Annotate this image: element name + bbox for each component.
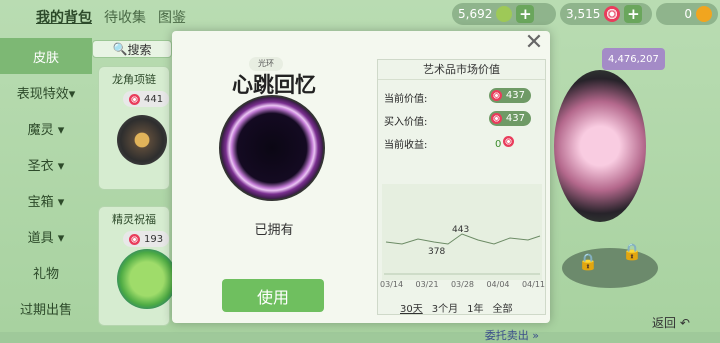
x-tick: 04/11 xyxy=(521,280,545,289)
card-title: 龙角项链 xyxy=(112,73,156,86)
sidebar-item-effects[interactable]: 表现特效▾ xyxy=(0,74,92,110)
x-tick: 03/28 xyxy=(450,280,475,289)
card-price: 441 xyxy=(123,91,170,107)
sidebar-item-chests[interactable]: 宝箱 ▾ xyxy=(0,182,92,218)
preview-art: 4,476,207 🔒 🔒 xyxy=(548,34,720,332)
profit-label: 当前收益: xyxy=(384,140,428,151)
x-tick: 04/04 xyxy=(486,280,510,289)
card-title: 精灵祝福 xyxy=(112,213,156,226)
range-selector: 30天 3个月 1年 全部 xyxy=(400,300,512,315)
sidebar-item-skin[interactable]: 皮肤 xyxy=(0,38,92,74)
sidebar-item-gifts[interactable]: 礼物 xyxy=(0,254,92,290)
item-detail-modal: ✕ 光环 心跳回忆 已拥有 使用 艺术品市场价值 当前价值: 437 买入价值:… xyxy=(172,31,550,342)
search-label: 搜索 xyxy=(127,42,152,57)
heart-orb xyxy=(554,70,646,222)
item-card[interactable]: 精灵祝福 193 xyxy=(98,206,177,326)
current-value-label: 当前价值: xyxy=(384,94,428,105)
buy-value: 437 xyxy=(488,111,531,126)
coin-amount: 0 xyxy=(684,7,692,21)
candy-balance: 3,515 + xyxy=(560,3,652,25)
card-price-value: 441 xyxy=(144,93,164,105)
price-chart: 443 378 xyxy=(382,184,542,280)
range-1y[interactable]: 1年 xyxy=(467,300,483,315)
close-icon[interactable]: ✕ xyxy=(524,32,544,54)
back-button[interactable]: 返回 ↶ xyxy=(652,314,690,331)
search-icon: 🔍 xyxy=(112,42,128,56)
sidebar: 皮肤 表现特效▾ 魔灵 ▾ 圣衣 ▾ 宝箱 ▾ 道具 ▾ 礼物 过期出售 xyxy=(0,38,92,326)
candy-icon xyxy=(490,90,502,101)
owned-label: 已拥有 xyxy=(254,223,294,238)
current-value: 437 xyxy=(488,88,531,103)
chart-x-ticks: 03/14 03/21 03/28 04/04 04/11 xyxy=(380,280,545,289)
candy-icon xyxy=(129,233,140,245)
buy-value-label: 买入价值: xyxy=(384,117,428,128)
x-tick: 03/21 xyxy=(415,280,439,289)
platform xyxy=(562,248,658,288)
candy-icon xyxy=(129,93,140,105)
sidebar-item-armor[interactable]: 圣衣 ▾ xyxy=(0,146,92,182)
add-gems-button[interactable]: + xyxy=(516,5,535,23)
card-price: 193 xyxy=(123,231,170,247)
candy-icon xyxy=(604,6,621,22)
gem-amount: 5,692 xyxy=(458,7,493,21)
current-value-amount: 437 xyxy=(505,90,525,101)
chart-low-label: 378 xyxy=(428,247,445,257)
profit-value: 0 xyxy=(495,136,518,150)
card-price-value: 193 xyxy=(144,233,164,245)
market-title: 艺术品市场价值 xyxy=(378,60,545,80)
buy-value-amount: 437 xyxy=(505,113,525,124)
sidebar-item-spirits[interactable]: 魔灵 ▾ xyxy=(0,110,92,146)
chart-high-label: 443 xyxy=(452,225,469,235)
necklace-image xyxy=(117,115,167,165)
price-chart-svg: 443 378 xyxy=(384,225,541,275)
lock-icon: 🔒 xyxy=(578,252,598,271)
tab-my-bag[interactable]: 我的背包 xyxy=(36,7,92,27)
range-3m[interactable]: 3个月 xyxy=(432,300,458,315)
back-label: 返回 xyxy=(652,316,677,330)
range-30d[interactable]: 30天 xyxy=(400,300,423,315)
sidebar-item-expired[interactable]: 过期出售 xyxy=(0,290,92,326)
x-tick: 03/14 xyxy=(380,280,404,289)
tab-to-collect[interactable]: 待收集 xyxy=(104,7,146,27)
halo-orb-image xyxy=(219,95,325,201)
candy-icon xyxy=(490,113,502,124)
market-panel: 艺术品市场价值 当前价值: 437 买入价值: 437 当前收益: 0 443 … xyxy=(377,59,546,342)
search-bar[interactable]: 🔍 搜索 xyxy=(92,40,172,58)
gem-balance: 5,692 + xyxy=(452,3,556,25)
gem-icon xyxy=(496,6,513,22)
use-button[interactable]: 使用 xyxy=(222,279,324,312)
profit-amount: 0 xyxy=(495,139,502,150)
sidebar-item-items[interactable]: 道具 ▾ xyxy=(0,218,92,254)
candy-icon xyxy=(503,136,515,147)
blessing-image xyxy=(117,249,177,309)
coin-icon xyxy=(696,6,712,22)
tab-catalog[interactable]: 图鉴 xyxy=(158,7,186,27)
lock-icon: 🔒 xyxy=(622,242,642,261)
add-candy-button[interactable]: + xyxy=(624,5,643,23)
candy-amount: 3,515 xyxy=(566,7,601,21)
value-badge: 4,476,207 xyxy=(602,48,665,70)
range-all[interactable]: 全部 xyxy=(492,300,512,315)
consign-sell-link[interactable]: 委托卖出 » xyxy=(485,327,539,343)
price-line xyxy=(385,233,541,245)
coin-balance: 0 xyxy=(656,3,718,25)
item-card[interactable]: 龙角项链 441 xyxy=(98,66,170,190)
